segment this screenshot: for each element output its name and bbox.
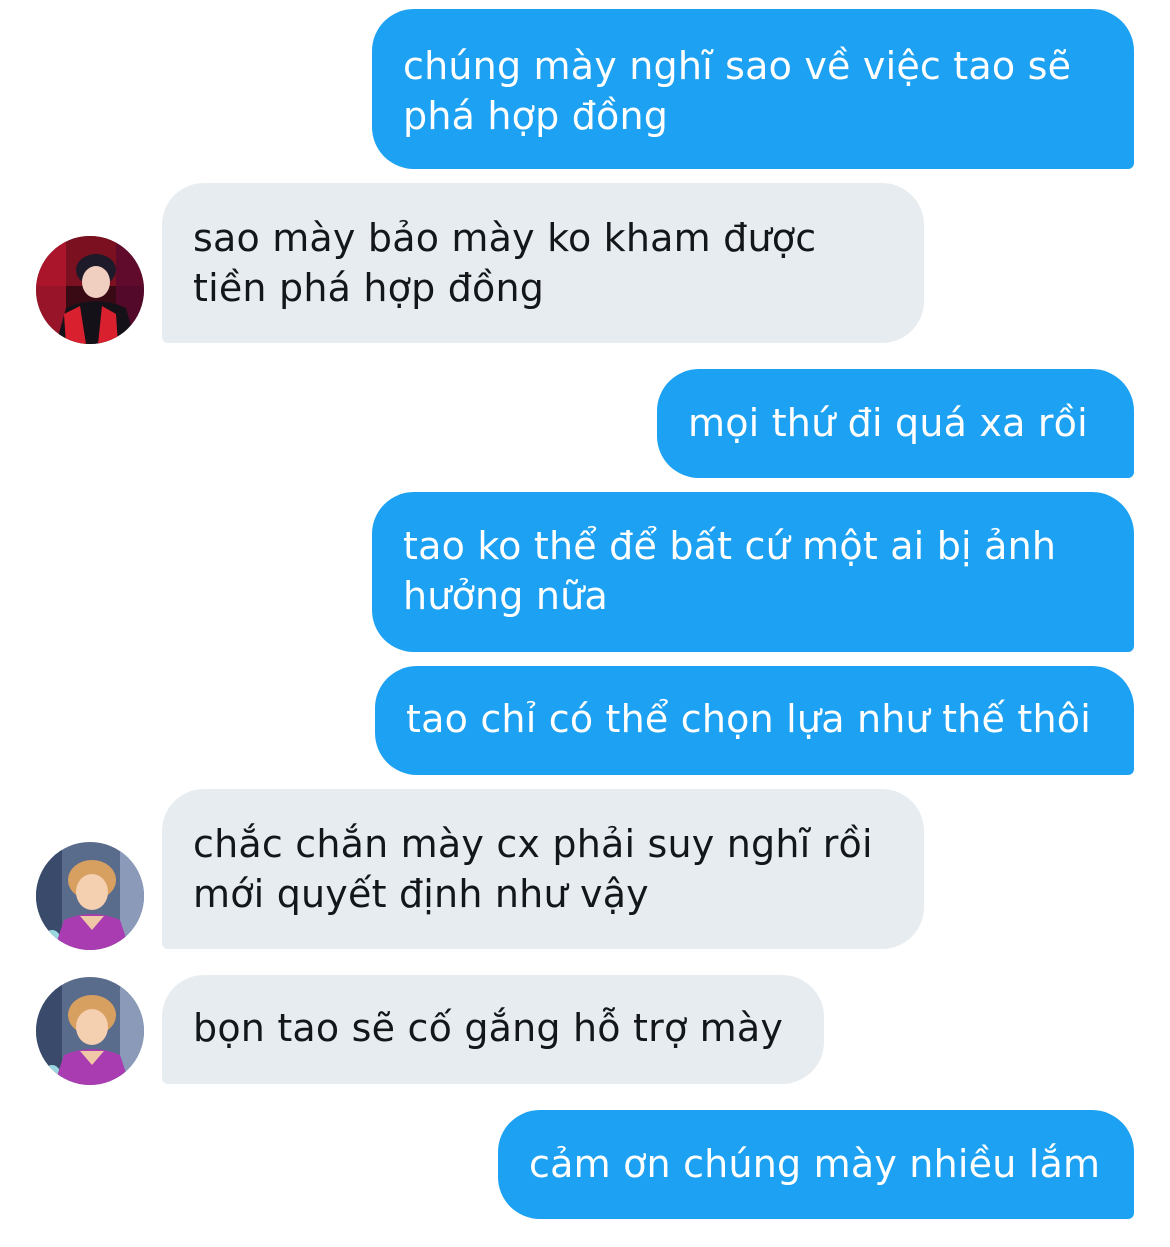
message-text-line: phá hợp đồng [403,94,669,138]
message-text-line: chúng mày nghĩ sao về việc tao sẽ [403,44,1072,88]
message-text-line: hưởng nữa [403,574,608,618]
message-bubble-outgoing[interactable]: mọi thứ đi quá xa rồi [657,369,1134,478]
message-bubble-outgoing[interactable]: chúng mày nghĩ sao về việc tao sẽ phá hợ… [372,9,1134,169]
message-bubble-outgoing[interactable]: cảm ơn chúng mày nhiều lắm [498,1110,1134,1219]
message-bubble-outgoing[interactable]: tao ko thể để bất cứ một ai bị ảnh hưởng… [372,492,1134,652]
message-text-line: tao ko thể để bất cứ một ai bị ảnh [403,524,1057,568]
message-text-line: cảm ơn chúng mày nhiều lắm [529,1142,1101,1186]
message-text-line: bọn tao sẽ cố gắng hỗ trợ mày [193,1006,784,1050]
avatar[interactable] [36,842,144,950]
message-bubble-incoming[interactable]: bọn tao sẽ cố gắng hỗ trợ mày [162,975,824,1084]
message-text-line: mới quyết định như vậy [193,872,649,916]
message-bubble-incoming[interactable]: sao mày bảo mày ko kham được tiền phá hợ… [162,183,924,343]
avatar[interactable] [36,977,144,1085]
message-text-line: mọi thứ đi quá xa rồi [688,401,1088,445]
chat-thread: chúng mày nghĩ sao về việc tao sẽ phá hợ… [0,0,1170,1247]
message-text-line: tiền phá hợp đồng [193,266,545,310]
avatar[interactable] [36,236,144,344]
message-bubble-incoming[interactable]: chắc chắn mày cx phải suy nghĩ rồi mới q… [162,789,924,949]
message-text-line: tao chỉ có thể chọn lựa như thế thôi [406,697,1091,741]
message-bubble-outgoing[interactable]: tao chỉ có thể chọn lựa như thế thôi [375,666,1134,775]
message-text-line: sao mày bảo mày ko kham được [193,216,817,260]
message-text-line: chắc chắn mày cx phải suy nghĩ rồi [193,822,873,866]
